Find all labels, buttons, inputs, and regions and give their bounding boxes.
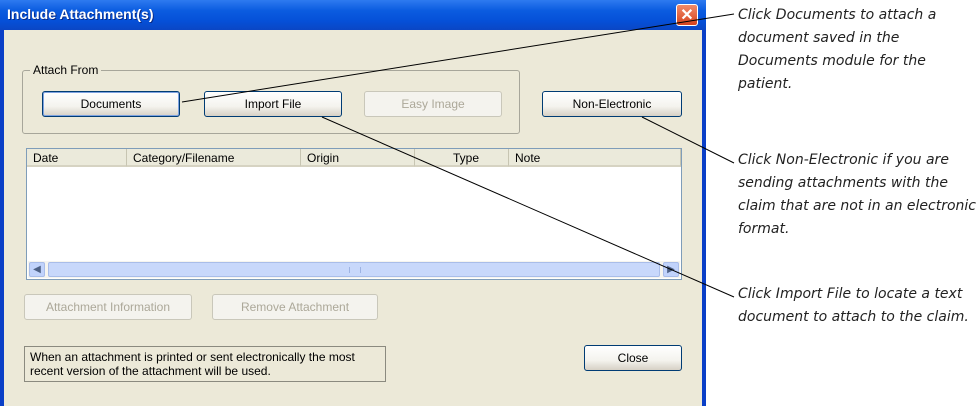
import-file-callout-line bbox=[321, 116, 735, 298]
import-file-callout: Click Import File to locate a text docum… bbox=[738, 286, 969, 325]
documents-callout-line bbox=[181, 13, 735, 103]
documents-callout: Click Documents to attach a document sav… bbox=[738, 7, 937, 92]
non-electronic-callout: Click Non-Electronic if you are sending … bbox=[738, 152, 976, 237]
non-electronic-callout-line bbox=[641, 116, 735, 164]
